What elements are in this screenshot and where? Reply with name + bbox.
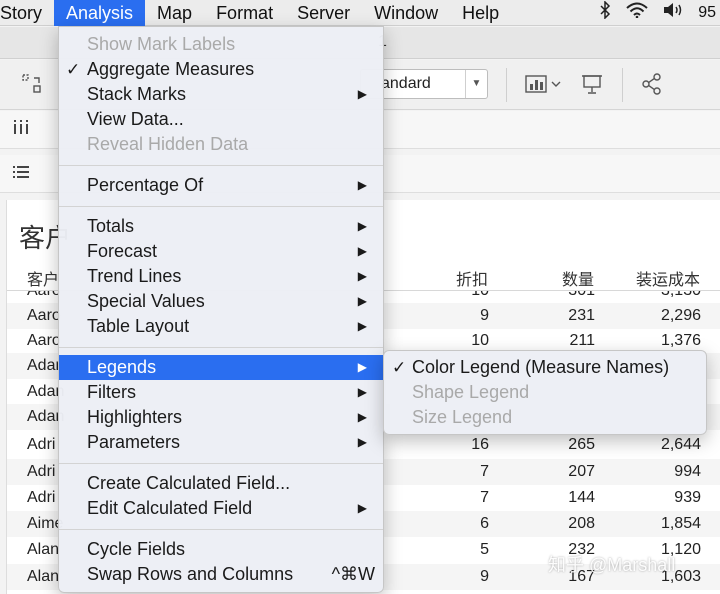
submenu-arrow-icon: ▶ xyxy=(357,269,367,283)
menu-separator xyxy=(59,347,383,349)
fit-value: andard xyxy=(381,75,431,92)
menu-item-trend-lines[interactable]: Trend Lines ▶ xyxy=(59,264,383,289)
wifi-icon[interactable] xyxy=(626,2,648,23)
cell-shipping: 2,296 xyxy=(660,307,701,324)
cell-customer: Adri xyxy=(27,489,56,506)
menu-story[interactable]: Story xyxy=(0,0,54,26)
cell-discount: 7 xyxy=(480,463,489,480)
menu-separator xyxy=(59,206,383,208)
menu-item-table-layout[interactable]: Table Layout ▶ xyxy=(59,314,383,339)
shortcut-label: ^⌘W xyxy=(331,564,375,584)
column-header-shipping[interactable]: 装运成本 xyxy=(636,266,700,290)
cell-shipping: 1,854 xyxy=(660,515,701,532)
menu-item-legends[interactable]: Legends ▶ xyxy=(59,355,383,380)
menu-item-highlighters[interactable]: Highlighters ▶ xyxy=(59,405,383,430)
cell-quantity: 231 xyxy=(568,307,595,324)
menu-item-special-values[interactable]: Special Values ▶ xyxy=(59,289,383,314)
submenu-arrow-icon: ▶ xyxy=(357,435,367,449)
rows-icon xyxy=(12,163,30,186)
cell-discount: 6 xyxy=(480,515,489,532)
cell-customer: Adri xyxy=(27,436,56,453)
analysis-menu: Show Mark Labels ✓ Aggregate Measures Sta… xyxy=(58,26,384,593)
share-icon[interactable] xyxy=(638,72,666,98)
chevron-down-icon: ▼ xyxy=(465,70,487,98)
column-header-discount[interactable]: 折扣 xyxy=(456,266,488,290)
menu-item-totals[interactable]: Totals ▶ xyxy=(59,214,383,239)
presentation-icon[interactable] xyxy=(578,72,606,98)
submenu-arrow-icon: ▶ xyxy=(357,294,367,308)
toolbar-divider xyxy=(506,68,507,102)
cell-customer: Aaro xyxy=(27,332,61,349)
cell-discount: 5 xyxy=(480,541,489,558)
submenu-arrow-icon: ▶ xyxy=(357,178,367,192)
submenu-arrow-icon: ▶ xyxy=(357,501,367,515)
checkmark-icon: ✓ xyxy=(66,60,81,79)
cell-discount: 7 xyxy=(480,489,489,506)
menu-window[interactable]: Window xyxy=(362,0,450,26)
cell-customer: Alan xyxy=(27,568,60,585)
menu-item-reveal-hidden-data[interactable]: Reveal Hidden Data xyxy=(59,132,383,157)
menu-item-cycle-fields[interactable]: Cycle Fields xyxy=(59,537,383,562)
cell-shipping: 994 xyxy=(674,463,701,480)
cell-quantity: 208 xyxy=(568,515,595,532)
menu-item-create-calculated-field[interactable]: Create Calculated Field... xyxy=(59,471,383,496)
cell-discount: 9 xyxy=(480,568,489,585)
submenu-arrow-icon: ▶ xyxy=(357,87,367,101)
cell-shipping: 939 xyxy=(674,489,701,506)
cell-quantity: 265 xyxy=(568,436,595,453)
column-header-quantity[interactable]: 数量 xyxy=(562,266,594,290)
menu-item-percentage-of[interactable]: Percentage Of ▶ xyxy=(59,173,383,198)
menu-separator xyxy=(59,529,383,531)
submenu-item-size-legend[interactable]: Size Legend xyxy=(384,405,706,430)
menu-server[interactable]: Server xyxy=(285,0,362,26)
cell-discount: 9 xyxy=(480,307,489,324)
swap-icon[interactable] xyxy=(18,72,46,98)
legends-submenu: ✓ Color Legend (Measure Names) Shape Lege… xyxy=(383,350,707,435)
menu-item-edit-calculated-field[interactable]: Edit Calculated Field ▶ xyxy=(59,496,383,521)
submenu-arrow-icon: ▶ xyxy=(357,319,367,333)
submenu-arrow-icon: ▶ xyxy=(357,410,367,424)
bluetooth-icon[interactable] xyxy=(598,0,612,24)
menu-item-view-data[interactable]: View Data... xyxy=(59,107,383,132)
cell-customer: Aaro xyxy=(27,307,61,324)
menu-item-filters[interactable]: Filters ▶ xyxy=(59,380,383,405)
menu-item-forecast[interactable]: Forecast ▶ xyxy=(59,239,383,264)
submenu-item-shape-legend[interactable]: Shape Legend xyxy=(384,380,706,405)
menu-item-swap-rows-and-columns[interactable]: Swap Rows and Columns ^⌘W xyxy=(59,562,383,587)
submenu-arrow-icon: ▶ xyxy=(357,219,367,233)
watermark: 知乎 @Marshall xyxy=(548,555,676,575)
battery-percent[interactable]: 95 xyxy=(698,4,716,22)
menu-item-aggregate-measures[interactable]: ✓ Aggregate Measures xyxy=(59,57,383,82)
menu-map[interactable]: Map xyxy=(145,0,204,26)
column-header-customer[interactable]: 客户 xyxy=(27,266,59,290)
submenu-item-color-legend[interactable]: ✓ Color Legend (Measure Names) xyxy=(384,355,706,380)
show-me-icon[interactable] xyxy=(522,72,566,98)
cell-quantity: 144 xyxy=(568,489,595,506)
menu-item-parameters[interactable]: Parameters ▶ xyxy=(59,430,383,455)
submenu-arrow-icon: ▶ xyxy=(357,244,367,258)
cell-discount: 16 xyxy=(471,436,489,453)
system-menubar: Story Analysis Map Format Server Window … xyxy=(0,0,720,26)
submenu-arrow-icon: ▶ xyxy=(357,385,367,399)
menu-item-show-mark-labels[interactable]: Show Mark Labels xyxy=(59,32,383,57)
menu-format[interactable]: Format xyxy=(204,0,285,26)
volume-icon[interactable] xyxy=(662,2,684,23)
cell-quantity: 207 xyxy=(568,463,595,480)
status-tray: 95 xyxy=(598,0,720,24)
menu-help[interactable]: Help xyxy=(450,0,511,26)
menu-analysis[interactable]: Analysis xyxy=(54,0,146,26)
checkmark-icon: ✓ xyxy=(392,358,407,377)
menu-separator xyxy=(59,165,383,167)
toolbar-divider xyxy=(622,68,623,102)
cell-customer: Adri xyxy=(27,463,56,480)
menu-separator xyxy=(59,463,383,465)
columns-icon xyxy=(12,119,30,142)
submenu-arrow-icon: ▶ xyxy=(357,360,367,374)
menu-item-stack-marks[interactable]: Stack Marks ▶ xyxy=(59,82,383,107)
cell-customer: Alan xyxy=(27,541,60,558)
cell-shipping: 2,644 xyxy=(660,436,701,453)
